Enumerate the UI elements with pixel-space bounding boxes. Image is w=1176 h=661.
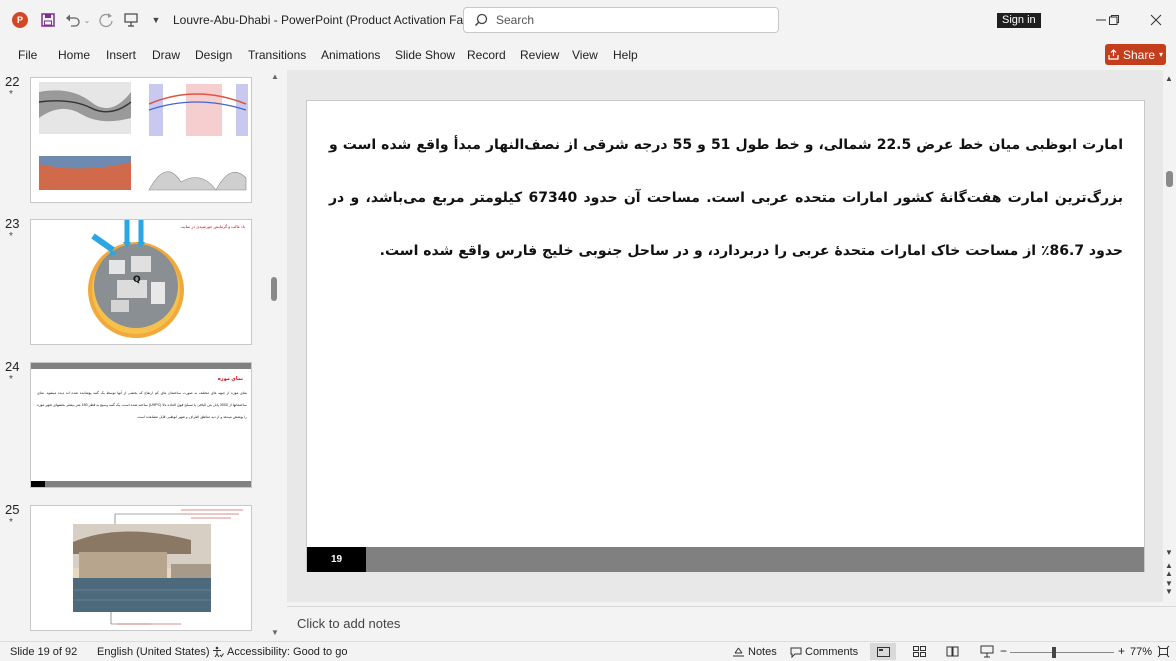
notes-placeholder[interactable]: Click to add notes [297,616,400,631]
accessibility-icon [213,646,224,658]
museum-photo-image [73,509,243,625]
slide-number-box: 19 [307,547,366,572]
slide-thumbnail-24[interactable]: نمای موزه نمای موزه از جبهه های مختلف به… [30,362,252,488]
search-icon [474,13,488,27]
reading-view-button[interactable] [946,646,959,660]
share-button[interactable]: Share ▾ [1105,44,1166,65]
tab-transitions[interactable]: Transitions [248,48,306,62]
notes-label: Notes [748,646,777,658]
scroll-up-icon[interactable]: ▲ [271,72,279,81]
redo-icon[interactable] [97,10,115,30]
comments-button[interactable]: Comments [790,646,858,658]
slide-transition-marker: * [9,517,13,528]
fit-slide-icon [1157,645,1170,658]
climate-charts-image [38,82,248,191]
share-label: Share [1122,47,1155,62]
tab-help[interactable]: Help [613,48,638,62]
scroll-down-icon[interactable]: ▼ [1165,548,1173,557]
accessibility-indicator[interactable]: Accessibility: Good to go [212,646,347,658]
sign-in-button[interactable]: Sign in [997,13,1041,28]
zoom-slider-track[interactable] [1010,652,1114,653]
reading-view-icon [946,646,959,657]
undo-icon[interactable] [64,10,82,30]
thumbnails-scrollbar-thumb[interactable] [271,277,277,301]
undo-dropdown-icon[interactable]: ⌄ [83,10,91,30]
zoom-out-button[interactable]: − [1000,644,1007,658]
zoom-in-button[interactable]: + [1118,644,1125,658]
slide-number: 22 [5,74,20,89]
accessibility-label: Accessibility: Good to go [227,646,348,658]
search-placeholder: Search [496,13,535,27]
slide-sorter-icon [913,646,926,657]
tab-record[interactable]: Record [467,48,506,62]
slide-body-text[interactable]: امارت ابوظبی میان خط عرض 22.5 شمالی، و خ… [329,119,1123,278]
editor-scrollbar[interactable]: ▲ ▼ ▲ ▲ ▼ ▼ [1163,70,1176,602]
svg-text:Q: Q [133,275,141,285]
status-bar: Slide 19 of 92 English (United States) A… [0,641,1176,661]
current-slide[interactable]: امارت ابوظبی میان خط عرض 22.5 شمالی، و خ… [306,100,1145,572]
previous-slide-icon[interactable]: ▲ ▲ [1165,562,1173,578]
tab-view[interactable]: View [572,48,598,62]
slide-number: 24 [5,359,20,374]
tab-design[interactable]: Design [195,48,232,62]
tab-insert[interactable]: Insert [106,48,136,62]
slide-show-icon [980,645,994,658]
next-slide-icon[interactable]: ▼ ▼ [1165,580,1173,596]
slide-thumbnail-22[interactable] [30,77,252,203]
comment-icon [790,647,802,658]
site-plan-diagram: Q [88,220,184,338]
thumbnail-footer-bar [31,481,251,487]
tab-slide-show[interactable]: Slide Show [395,48,455,62]
slide-number: 23 [5,216,20,231]
notes-icon [733,647,744,657]
thumbnail-body: نمای موزه از جبهه های مختلف به صورت ساخت… [37,391,247,419]
fit-to-window-button[interactable] [1157,645,1170,661]
editor-scrollbar-thumb[interactable] [1166,171,1173,187]
normal-view-icon [876,646,890,657]
slide-transition-marker: * [9,89,13,100]
share-icon [1108,49,1119,60]
scroll-up-icon[interactable]: ▲ [1165,74,1173,83]
comments-label: Comments [805,646,859,658]
tab-draw[interactable]: Draw [152,48,180,62]
slide-footer-bar: 19 [307,547,1144,572]
notes-button[interactable]: Notes [732,646,777,658]
customize-toolbar-icon[interactable]: ▼ [150,10,162,30]
slide-thumbnail-25[interactable] [30,505,252,631]
window-title: Louvre-Abu-Dhabi - PowerPoint (Product A… [173,13,474,27]
thumbnail-header-bar [31,363,251,369]
scroll-down-icon[interactable]: ▼ [271,628,279,637]
slide-counter: Slide 19 of 92 [10,646,78,658]
tab-animations[interactable]: Animations [321,48,380,62]
notes-pane[interactable]: Click to add notes [287,606,1176,642]
tab-home[interactable]: Home [58,48,90,62]
slide-transition-marker: * [9,374,13,385]
slide-show-button[interactable] [980,645,994,661]
thumbnail-caption: باد غالب و گرمایش خورشیدی در سایت [180,224,245,229]
tab-file[interactable]: File [18,48,37,62]
language-indicator[interactable]: English (United States) [97,646,210,658]
powerpoint-logo-icon: P [10,10,30,30]
close-icon[interactable] [1148,12,1164,28]
present-from-beginning-icon[interactable] [122,10,140,30]
thumbnail-number-box [31,481,45,487]
slide-thumbnails-pane: 22 * 23 * باد غالب و گرمایش خورشیدی در س… [0,70,287,642]
slide-number: 25 [5,502,20,517]
ribbon-tabs: File Home Insert Draw Design Transitions… [0,40,1176,70]
slide-thumbnail-23[interactable]: باد غالب و گرمایش خورشیدی در سایت Q [30,219,252,345]
tab-review[interactable]: Review [520,48,559,62]
thumbnail-title: نمای موزه [217,376,243,382]
slide-transition-marker: * [9,231,13,242]
slide-sorter-view-button[interactable] [913,646,926,660]
save-icon[interactable] [40,10,56,30]
title-bar: P ⌄ ▼ Louvre-Abu-Dhabi - PowerPoint (Pro… [0,0,1176,40]
search-box[interactable]: Search [463,7,779,33]
zoom-level[interactable]: 77% [1130,646,1152,658]
restore-icon[interactable] [1106,12,1122,28]
normal-view-button[interactable] [870,643,896,660]
zoom-slider-thumb[interactable] [1052,647,1056,658]
chevron-down-icon: ▾ [1159,50,1164,59]
